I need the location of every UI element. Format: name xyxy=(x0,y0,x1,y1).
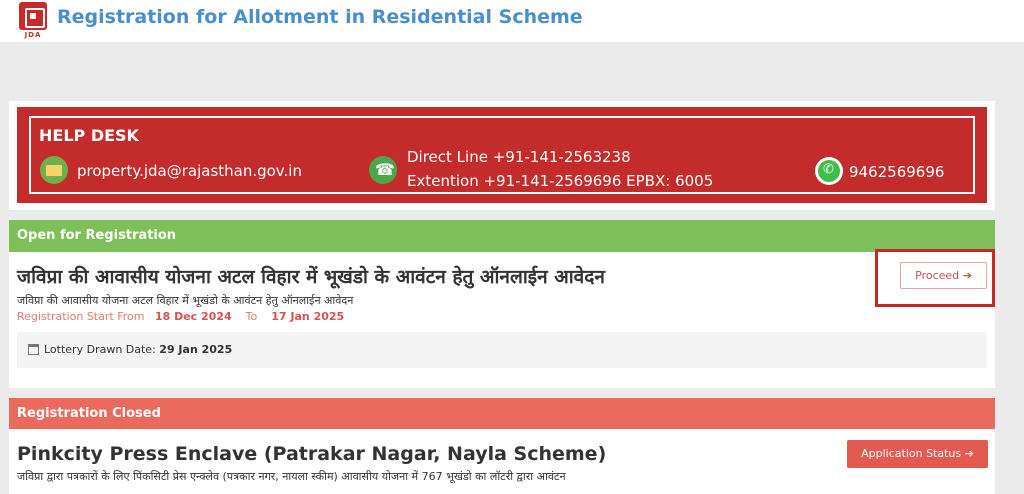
helpdesk-whatsapp: 9462569696 xyxy=(849,163,945,181)
scheme-subtitle: जविप्रा की आवासीय योजना अटल विहार में भू… xyxy=(17,294,354,307)
jda-logo[interactable]: JDA xyxy=(18,2,48,40)
open-registration-card: Open for Registration जविप्रा की आवासीय … xyxy=(9,220,995,388)
helpdesk-title: HELP DESK xyxy=(39,126,139,145)
registration-to-label: To xyxy=(245,310,258,323)
registration-end-date: 17 Jan 2025 xyxy=(271,310,345,323)
jda-logo-icon xyxy=(19,2,47,30)
helpdesk-email[interactable]: property.jda@rajasthan.gov.in xyxy=(77,162,302,180)
registration-start-label: Registration Start From xyxy=(17,310,145,323)
top-bar: JDA Registration for Allotment in Reside… xyxy=(0,0,1024,42)
lottery-label: Lottery Drawn Date: xyxy=(44,343,156,356)
open-registration-header: Open for Registration xyxy=(9,220,995,252)
phone-icon xyxy=(369,156,397,184)
helpdesk-inner: HELP DESK property.jda@rajasthan.gov.in … xyxy=(29,116,975,194)
lottery-date: 29 Jan 2025 xyxy=(159,343,233,356)
closed-registration-card: Registration Closed Pinkcity Press Encla… xyxy=(9,398,995,494)
lottery-info: Lottery Drawn Date: 29 Jan 2025 xyxy=(17,332,987,368)
helpdesk-extension: Extention +91-141-2569696 EPBX: 6005 xyxy=(407,172,714,190)
scheme-title: जविप्रा की आवासीय योजना अटल विहार में भू… xyxy=(17,266,605,288)
lottery-drawn: Lottery Drawn Date: 29 Jan 2025 xyxy=(44,343,232,356)
page-title: Registration for Allotment in Residentia… xyxy=(57,6,583,28)
closed-registration-header: Registration Closed xyxy=(9,398,995,429)
application-status-button[interactable]: Application Status ➔ xyxy=(847,440,988,468)
helpdesk-box: HELP DESK property.jda@rajasthan.gov.in … xyxy=(17,107,987,203)
proceed-button[interactable]: Proceed ➔ xyxy=(900,262,987,289)
closed-registration-label: Registration Closed xyxy=(17,406,161,421)
calendar-icon xyxy=(28,344,39,355)
closed-scheme-title: Pinkcity Press Enclave (Patrakar Nagar, … xyxy=(17,443,607,465)
whatsapp-icon xyxy=(815,157,843,185)
helpdesk-panel: HELP DESK property.jda@rajasthan.gov.in … xyxy=(9,101,995,210)
logo-text: JDA xyxy=(24,31,42,39)
open-registration-label: Open for Registration xyxy=(17,228,177,243)
closed-scheme-subtitle: जविप्रा द्वारा पत्रकारों के लिए पिंकसिटी… xyxy=(17,470,566,483)
helpdesk-direct-line: Direct Line +91-141-2563238 xyxy=(407,148,631,166)
registration-start-date: 18 Dec 2024 xyxy=(154,310,232,323)
registration-period: Registration Start From 18 Dec 2024 To 1… xyxy=(17,310,344,323)
email-icon xyxy=(40,156,68,184)
